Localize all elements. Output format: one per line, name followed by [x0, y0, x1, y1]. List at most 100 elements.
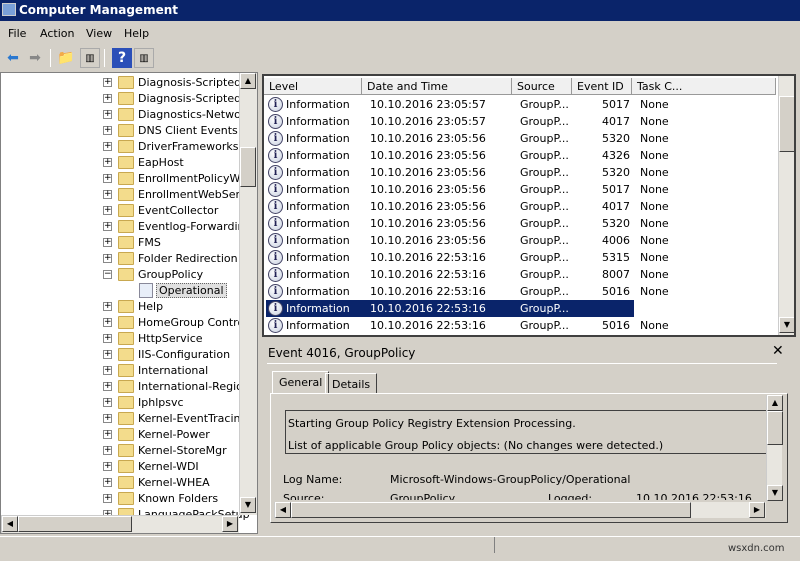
scroll-up-button[interactable]: ▲: [767, 395, 783, 411]
event-row[interactable]: iInformation10.10.2016 23:05:56GroupP...…: [266, 130, 778, 147]
tab-details[interactable]: Details: [325, 373, 377, 393]
tree-node[interactable]: +Kernel-WHEA: [1, 475, 239, 491]
tree-node[interactable]: +DNS Client Events: [1, 123, 239, 139]
scroll-down-button[interactable]: ▼: [779, 317, 795, 333]
scroll-thumb[interactable]: [291, 502, 691, 518]
help-icon[interactable]: ?: [112, 48, 132, 68]
expand-toggle[interactable]: +: [103, 126, 112, 135]
column-header-task-category[interactable]: Task C...: [632, 78, 776, 95]
tab-general[interactable]: General: [272, 371, 329, 393]
tree-node[interactable]: +Diagnosis-ScriptedDi: [1, 91, 239, 107]
event-row[interactable]: iInformation10.10.2016 22:53:16GroupP...…: [266, 283, 778, 300]
menu-action[interactable]: Action: [40, 27, 74, 40]
tree-node[interactable]: +Kernel-EventTracing: [1, 411, 239, 427]
expand-toggle[interactable]: +: [103, 158, 112, 167]
expand-toggle[interactable]: +: [103, 94, 112, 103]
tree-node[interactable]: +Known Folders: [1, 491, 239, 507]
scroll-thumb[interactable]: [779, 96, 795, 152]
event-row[interactable]: iInformation10.10.2016 22:53:16GroupP...…: [266, 317, 778, 334]
event-row[interactable]: iInformation10.10.2016 22:53:16GroupP...: [266, 300, 634, 317]
tree-node[interactable]: +HttpService: [1, 331, 239, 347]
expand-toggle[interactable]: −: [103, 270, 112, 279]
expand-toggle[interactable]: +: [103, 110, 112, 119]
event-row[interactable]: iInformation10.10.2016 23:05:56GroupP...…: [266, 198, 778, 215]
expand-toggle[interactable]: +: [103, 366, 112, 375]
event-row[interactable]: iInformation10.10.2016 23:05:57GroupP...…: [266, 113, 778, 130]
scroll-left-button[interactable]: ◀: [2, 516, 18, 532]
column-header-date[interactable]: Date and Time: [362, 78, 512, 95]
tree-node[interactable]: +EnrollmentWebServic: [1, 187, 239, 203]
expand-toggle[interactable]: +: [103, 142, 112, 151]
event-row[interactable]: iInformation10.10.2016 23:05:56GroupP...…: [266, 232, 778, 249]
tree-node[interactable]: +International: [1, 363, 239, 379]
tree-node[interactable]: +Help: [1, 299, 239, 315]
scroll-down-button[interactable]: ▼: [240, 497, 256, 513]
tree-horizontal-scrollbar[interactable]: ◀ ▶: [1, 515, 239, 533]
scroll-left-button[interactable]: ◀: [275, 502, 291, 518]
expand-toggle[interactable]: +: [103, 382, 112, 391]
column-header-source[interactable]: Source: [512, 78, 572, 95]
close-icon[interactable]: ✕: [772, 343, 784, 359]
expand-toggle[interactable]: +: [103, 398, 112, 407]
expand-toggle[interactable]: +: [103, 462, 112, 471]
tree-node[interactable]: Operational: [1, 283, 239, 299]
expand-toggle[interactable]: +: [103, 478, 112, 487]
expand-toggle[interactable]: +: [103, 318, 112, 327]
expand-toggle[interactable]: +: [103, 430, 112, 439]
tree-node[interactable]: +Iphlpsvc: [1, 395, 239, 411]
scroll-thumb[interactable]: [18, 516, 132, 532]
tree-node[interactable]: +Diagnostics-Network: [1, 107, 239, 123]
tree-node[interactable]: +HomeGroup Control I: [1, 315, 239, 331]
scroll-down-button[interactable]: ▼: [767, 485, 783, 501]
event-row[interactable]: iInformation10.10.2016 22:53:16GroupP...…: [266, 266, 778, 283]
expand-toggle[interactable]: +: [103, 174, 112, 183]
event-row[interactable]: iInformation10.10.2016 23:05:56GroupP...…: [266, 147, 778, 164]
expand-toggle[interactable]: +: [103, 494, 112, 503]
expand-toggle[interactable]: +: [103, 446, 112, 455]
event-row[interactable]: iInformation10.10.2016 23:05:56GroupP...…: [266, 215, 778, 232]
tree-node[interactable]: −GroupPolicy: [1, 267, 239, 283]
scroll-right-button[interactable]: ▶: [749, 502, 765, 518]
tree-node[interactable]: +DriverFrameworks-U: [1, 139, 239, 155]
expand-toggle[interactable]: +: [103, 190, 112, 199]
expand-toggle[interactable]: +: [103, 206, 112, 215]
list-vertical-scrollbar[interactable]: ▼: [778, 76, 794, 335]
expand-toggle[interactable]: +: [103, 254, 112, 263]
tree-node[interactable]: +Kernel-Power: [1, 427, 239, 443]
forward-arrow-icon[interactable]: ➡: [25, 48, 45, 68]
tree-node[interactable]: +Kernel-StoreMgr: [1, 443, 239, 459]
detail-vertical-scrollbar[interactable]: ▲ ▼: [766, 395, 782, 501]
show-hide-action-pane-icon[interactable]: ▥: [134, 48, 154, 68]
expand-toggle[interactable]: +: [103, 238, 112, 247]
detail-horizontal-scrollbar[interactable]: ◀ ▶: [274, 502, 766, 518]
event-row[interactable]: iInformation10.10.2016 22:53:16GroupP...…: [266, 249, 778, 266]
expand-toggle[interactable]: +: [103, 78, 112, 87]
column-header-event-id[interactable]: Event ID: [572, 78, 632, 95]
tree-node[interactable]: +Kernel-WDI: [1, 459, 239, 475]
tree-node[interactable]: +FMS: [1, 235, 239, 251]
show-hide-tree-icon[interactable]: ▥: [80, 48, 100, 68]
tree-node[interactable]: +EventCollector: [1, 203, 239, 219]
tree-vertical-scrollbar[interactable]: ▲ ▼: [239, 73, 257, 515]
tree-node[interactable]: +International-Region: [1, 379, 239, 395]
up-folder-icon[interactable]: 📁: [56, 48, 76, 68]
tree-node[interactable]: +EapHost: [1, 155, 239, 171]
event-row[interactable]: iInformation10.10.2016 23:05:57GroupP...…: [266, 96, 778, 113]
event-row[interactable]: iInformation10.10.2016 23:05:56GroupP...…: [266, 181, 778, 198]
expand-toggle[interactable]: +: [103, 350, 112, 359]
scroll-thumb[interactable]: [240, 147, 256, 187]
event-row[interactable]: iInformation10.10.2016 23:05:56GroupP...…: [266, 164, 778, 181]
menu-view[interactable]: View: [86, 27, 112, 40]
expand-toggle[interactable]: +: [103, 222, 112, 231]
scroll-up-button[interactable]: ▲: [240, 73, 256, 89]
tree-node[interactable]: +Diagnosis-Scripted: [1, 75, 239, 91]
expand-toggle[interactable]: +: [103, 414, 112, 423]
expand-toggle[interactable]: +: [103, 334, 112, 343]
menu-file[interactable]: File: [8, 27, 26, 40]
scroll-thumb[interactable]: [767, 411, 783, 445]
column-header-level[interactable]: Level: [264, 78, 362, 95]
tree-node[interactable]: +IIS-Configuration: [1, 347, 239, 363]
menu-help[interactable]: Help: [124, 27, 149, 40]
expand-toggle[interactable]: +: [103, 302, 112, 311]
back-arrow-icon[interactable]: ⬅: [3, 48, 23, 68]
